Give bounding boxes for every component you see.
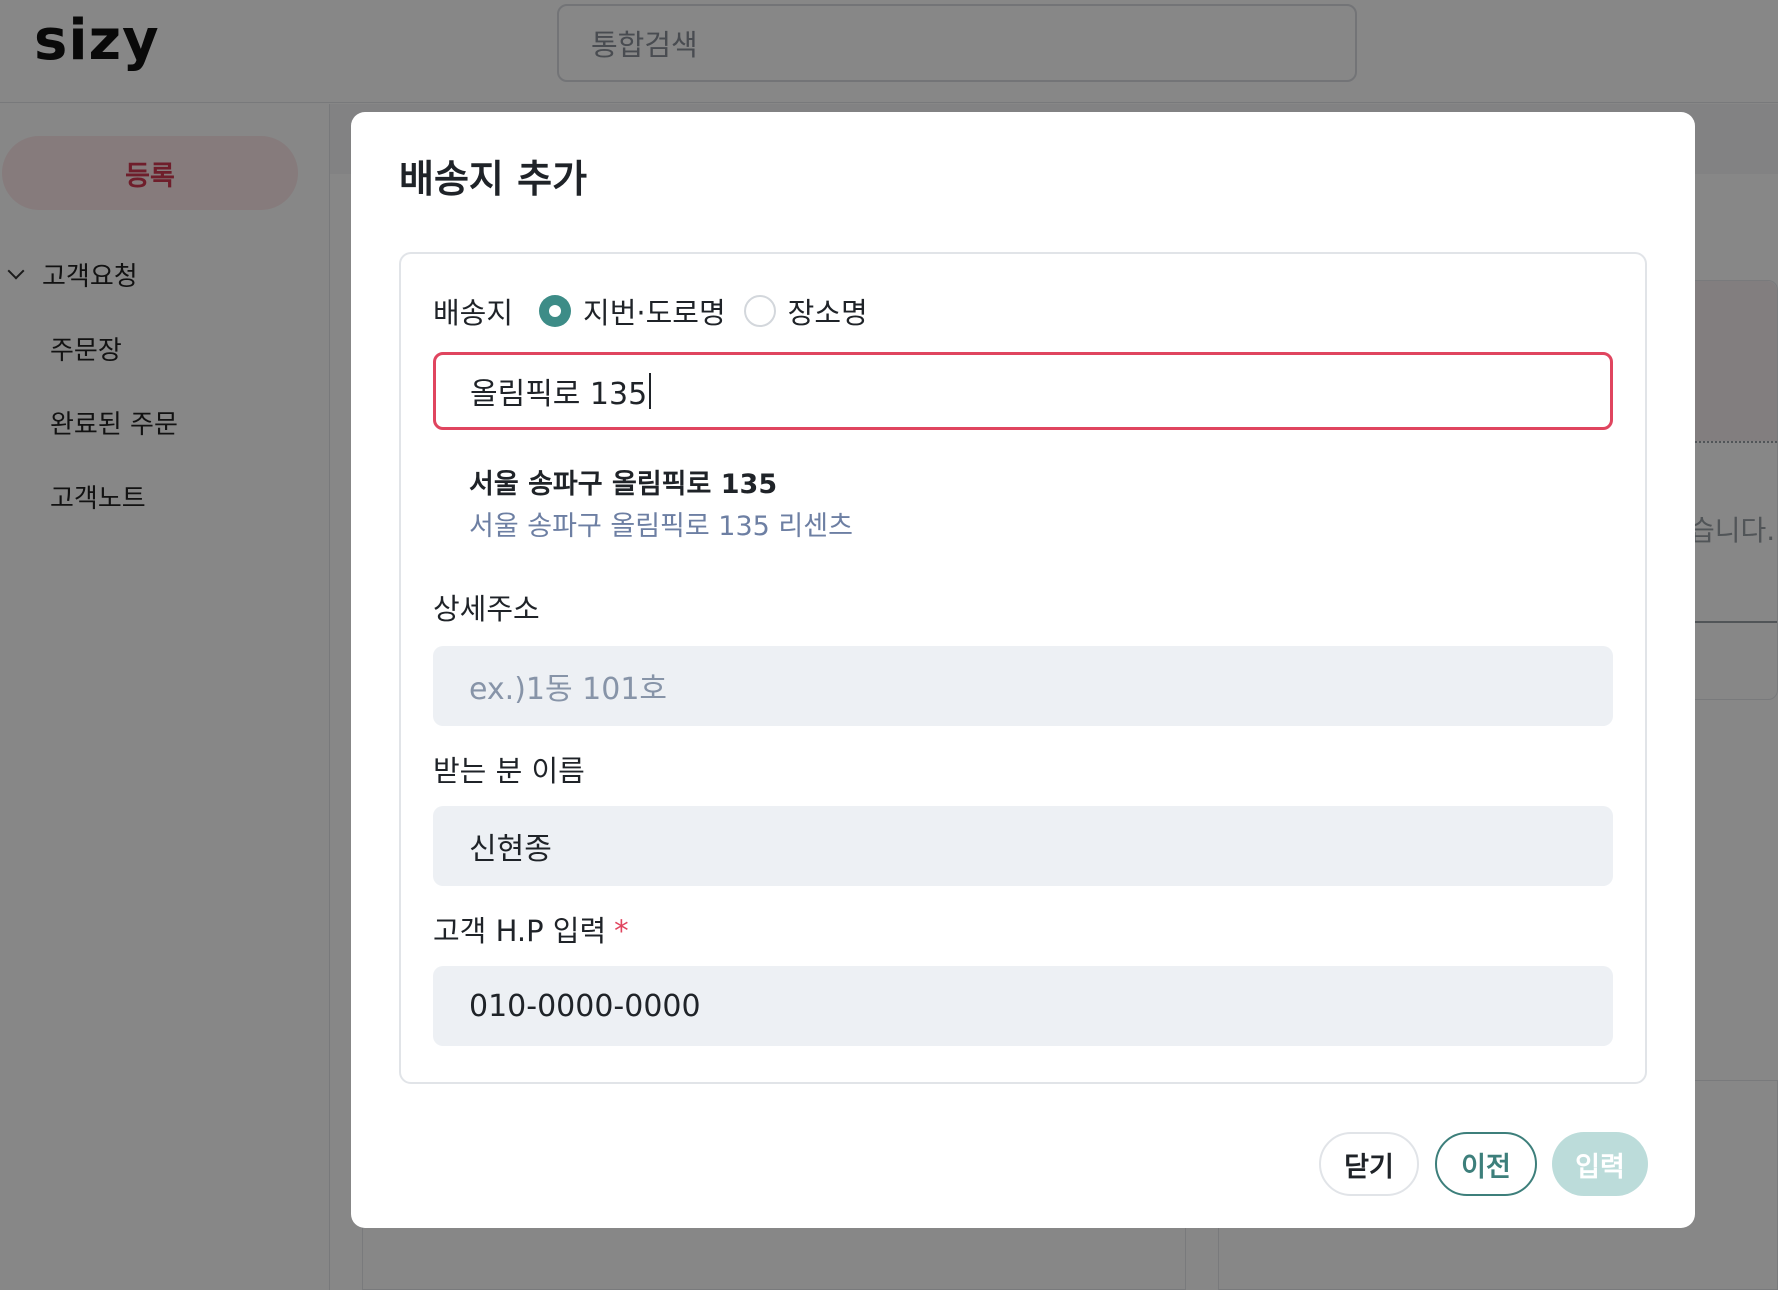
submit-button[interactable]: 입력	[1552, 1132, 1648, 1196]
phone-label: 고객 H.P 입력 *	[433, 908, 629, 950]
phone-input[interactable]: 010-0000-0000	[433, 966, 1613, 1046]
close-button[interactable]: 닫기	[1319, 1132, 1419, 1196]
app-root: sizy 통합검색 등록 고객요청 주문장 완료된 주문 고객노트 습니다. 배…	[0, 0, 1778, 1290]
modal-title: 배송지 추가	[399, 157, 588, 201]
phone-value: 010-0000-0000	[469, 988, 701, 1024]
radio-road-address-label[interactable]: 지번·도로명	[583, 290, 726, 332]
address-search-input[interactable]: 올림픽로 135	[433, 352, 1613, 430]
recipient-name-input[interactable]: 신현종	[433, 806, 1613, 886]
add-address-modal: 배송지 추가 배송지 지번·도로명 장소명 올림픽로 135 서울 송파구 올림…	[351, 112, 1695, 1228]
address-type-row: 배송지 지번·도로명 장소명	[433, 290, 886, 332]
recipient-name-value: 신현종	[469, 832, 552, 867]
address-suggestion-subtitle[interactable]: 서울 송파구 올림픽로 135 리센츠	[469, 504, 853, 543]
recipient-name-label: 받는 분 이름	[433, 754, 585, 788]
previous-button[interactable]: 이전	[1435, 1132, 1537, 1196]
address-label: 배송지	[433, 296, 514, 330]
radio-road-address[interactable]	[539, 295, 572, 327]
address-suggestion-title[interactable]: 서울 송파구 올림픽로 135	[469, 462, 777, 501]
detail-address-input[interactable]: ex.)1동 101호	[433, 646, 1613, 726]
address-form: 배송지 지번·도로명 장소명 올림픽로 135 서울 송파구 올림픽로 135 …	[399, 252, 1647, 1084]
radio-place-name[interactable]	[743, 295, 776, 327]
radio-place-name-label[interactable]: 장소명	[788, 290, 868, 332]
detail-address-label: 상세주소	[433, 592, 540, 626]
required-mark: *	[614, 914, 629, 948]
phone-label-text: 고객 H.P 입력	[433, 914, 607, 948]
text-cursor	[649, 373, 652, 409]
detail-address-placeholder: ex.)1동 101호	[469, 672, 668, 707]
address-input-value: 올림픽로 135	[470, 377, 648, 412]
